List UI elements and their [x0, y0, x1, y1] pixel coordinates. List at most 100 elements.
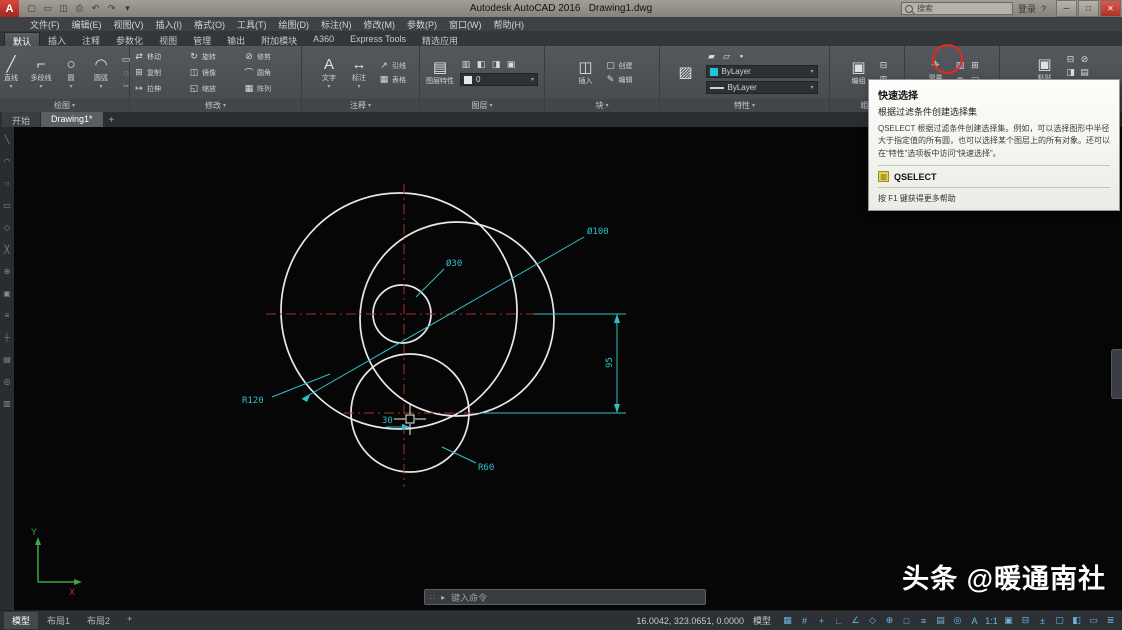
menu-item[interactable]: 视图(V) — [108, 18, 150, 31]
ribbon-button[interactable]: ⌒ 圆角 — [243, 66, 298, 79]
plot-icon[interactable]: ⎙ — [73, 2, 86, 15]
ribbon-button[interactable]: ╱ 直线 ▾ — [0, 56, 25, 90]
drawing-tool-icon[interactable]: ┼ — [4, 333, 10, 342]
quick-properties-icon[interactable]: ▢ — [1052, 613, 1067, 628]
panel-title-annotation[interactable]: 注释▾ — [302, 99, 419, 112]
layout-tab[interactable]: 布局2 — [79, 612, 118, 629]
panel-title-draw[interactable]: 绘图▾ — [0, 99, 129, 112]
panel-title-properties[interactable]: 特性▾ — [660, 99, 829, 112]
menu-item[interactable]: 帮助(H) — [488, 18, 531, 31]
menu-item[interactable]: 标注(N) — [315, 18, 358, 31]
menu-item[interactable]: 工具(T) — [231, 18, 273, 31]
menu-item[interactable]: 插入(I) — [150, 18, 189, 31]
ribbon-tab[interactable]: 精选应用 — [414, 32, 466, 46]
signin-button[interactable]: 登录 — [1018, 2, 1036, 15]
units-icon[interactable]: ± — [1035, 613, 1050, 628]
menu-item[interactable]: 窗口(W) — [443, 18, 488, 31]
snap-icon[interactable]: # — [797, 613, 812, 628]
menu-item[interactable]: 参数(P) — [401, 18, 443, 31]
customization-icon[interactable]: ≣ — [1103, 613, 1118, 628]
clipboard-tool-icon[interactable]: ⊘ — [1079, 54, 1091, 65]
command-line[interactable]: ∷ ▸ 键入命令 — [424, 589, 706, 605]
drawing-tool-icon[interactable]: ○ — [5, 179, 10, 188]
close-button[interactable]: ✕ — [1100, 0, 1121, 17]
layout-tab[interactable]: 布局1 — [39, 612, 78, 629]
ribbon-tab[interactable]: 管理 — [185, 32, 219, 46]
ribbon-button[interactable]: ▢ 创建 — [605, 60, 633, 71]
ribbon-button[interactable]: ↦ 拉伸 — [133, 83, 188, 94]
ribbon-button[interactable]: ◫ 镜像 — [188, 67, 243, 78]
clipboard-tool-icon[interactable]: ⊟ — [1065, 54, 1077, 65]
menu-item[interactable]: 编辑(E) — [66, 18, 108, 31]
save-icon[interactable]: ◫ — [57, 2, 70, 15]
ribbon-button[interactable]: ↔ 标注 ▾ — [345, 56, 373, 90]
drawing-tool-icon[interactable]: ≡ — [5, 311, 10, 320]
drawing-tool-icon[interactable]: ▥ — [3, 399, 11, 408]
panel-title-block[interactable]: 块▾ — [545, 99, 659, 112]
layer-properties-button[interactable]: ▤ 图层特性 — [426, 59, 454, 86]
layout-tab[interactable]: + — [119, 612, 140, 629]
ribbon-tab[interactable]: Express Tools — [342, 32, 414, 46]
workspace-switching-icon[interactable]: ▣ — [1001, 613, 1016, 628]
ribbon-button[interactable]: ◫ 插入 — [572, 59, 600, 86]
menu-item[interactable]: 修改(M) — [358, 18, 402, 31]
layer-tool-icon[interactable]: ▣ — [505, 59, 517, 70]
polar-tracking-icon[interactable]: ∠ — [848, 613, 863, 628]
maximize-button[interactable]: □ — [1078, 0, 1099, 17]
osnap-tracking-icon[interactable]: ⊕ — [882, 613, 897, 628]
undo-icon[interactable]: ↶ — [89, 2, 102, 15]
annotation-visibility-icon[interactable]: A — [967, 613, 982, 628]
ribbon-button[interactable]: ○ 圆 ▾ — [57, 56, 85, 90]
linetype-dropdown[interactable]: ByLayer ▾ — [706, 81, 818, 94]
layer-tool-icon[interactable]: ◧ — [475, 59, 487, 70]
ribbon-tab[interactable]: 插入 — [40, 32, 74, 46]
ribbon-tab[interactable]: 视图 — [151, 32, 185, 46]
ribbon-button[interactable]: A 文字 ▾ — [315, 56, 343, 90]
ribbon-tab[interactable]: A360 — [305, 32, 342, 46]
dynamic-input-icon[interactable]: + — [814, 613, 829, 628]
property-tool-icon[interactable]: ▰ — [706, 51, 718, 62]
ribbon-button[interactable]: ↗ 引线 — [378, 60, 406, 71]
drawing-tool-icon[interactable]: ◠ — [4, 157, 11, 166]
drawing-tool-icon[interactable]: ◎ — [4, 377, 11, 386]
layer-tool-icon[interactable]: ◨ — [490, 59, 502, 70]
autocad-logo-icon[interactable]: A — [0, 0, 19, 17]
help-icon[interactable]: ? — [1041, 4, 1046, 14]
ribbon-button[interactable]: ⊘ 修剪 — [243, 51, 298, 62]
qat-dropdown-icon[interactable]: ▾ — [121, 2, 134, 15]
panel-title-modify[interactable]: 修改▾ — [130, 99, 301, 112]
ribbon-button[interactable]: ▦ 表格 — [378, 74, 406, 85]
drawing-tool-icon[interactable]: ⊕ — [4, 267, 11, 276]
drawing-tool-icon[interactable]: ◇ — [4, 223, 10, 232]
command-prompt-text[interactable]: 键入命令 — [451, 591, 487, 604]
selection-cycling-icon[interactable]: ◎ — [950, 613, 965, 628]
quick-calculator-icon[interactable]: ⊞ — [969, 60, 981, 71]
command-line-grip[interactable]: ∷ — [430, 593, 435, 602]
drawing-tool-icon[interactable]: ╳ — [5, 245, 10, 254]
model-space-button[interactable]: 模型 — [750, 614, 774, 627]
clipboard-tool-icon[interactable]: ◨ — [1065, 67, 1077, 78]
menu-item[interactable]: 格式(O) — [188, 18, 231, 31]
ribbon-button[interactable]: ◠ 圆弧 ▾ — [87, 56, 115, 90]
osnap-icon[interactable]: □ — [899, 613, 914, 628]
new-drawing-tab-button[interactable]: + — [104, 114, 120, 127]
ribbon-button[interactable]: ✎ 编辑 — [605, 74, 633, 85]
ribbon-tab[interactable]: 附加模块 — [253, 32, 305, 46]
ribbon-button[interactable]: ⇄ 移动 — [133, 51, 188, 62]
grid-icon[interactable]: ▦ — [780, 613, 795, 628]
panel-title-layers[interactable]: 图层▾ — [420, 99, 544, 112]
property-tool-icon[interactable]: ▪ — [736, 51, 748, 62]
search-input[interactable]: 搜索 — [901, 2, 1013, 15]
isodraft-icon[interactable]: ◇ — [865, 613, 880, 628]
file-tab[interactable]: Drawing1* — [41, 112, 103, 127]
ribbon-tab[interactable]: 注释 — [74, 32, 108, 46]
clipboard-tool-icon[interactable]: ▤ — [1079, 67, 1091, 78]
open-file-icon[interactable]: ▭ — [41, 2, 54, 15]
drawing-tool-icon[interactable]: ▭ — [3, 201, 11, 210]
ribbon-button[interactable]: ◱ 缩放 — [188, 83, 243, 94]
ortho-icon[interactable]: ∟ — [831, 613, 846, 628]
redo-icon[interactable]: ↷ — [105, 2, 118, 15]
ribbon-tab[interactable]: 默认 — [4, 32, 40, 46]
menu-item[interactable]: 绘图(D) — [273, 18, 316, 31]
match-properties-button[interactable]: ▨ — [672, 64, 700, 81]
